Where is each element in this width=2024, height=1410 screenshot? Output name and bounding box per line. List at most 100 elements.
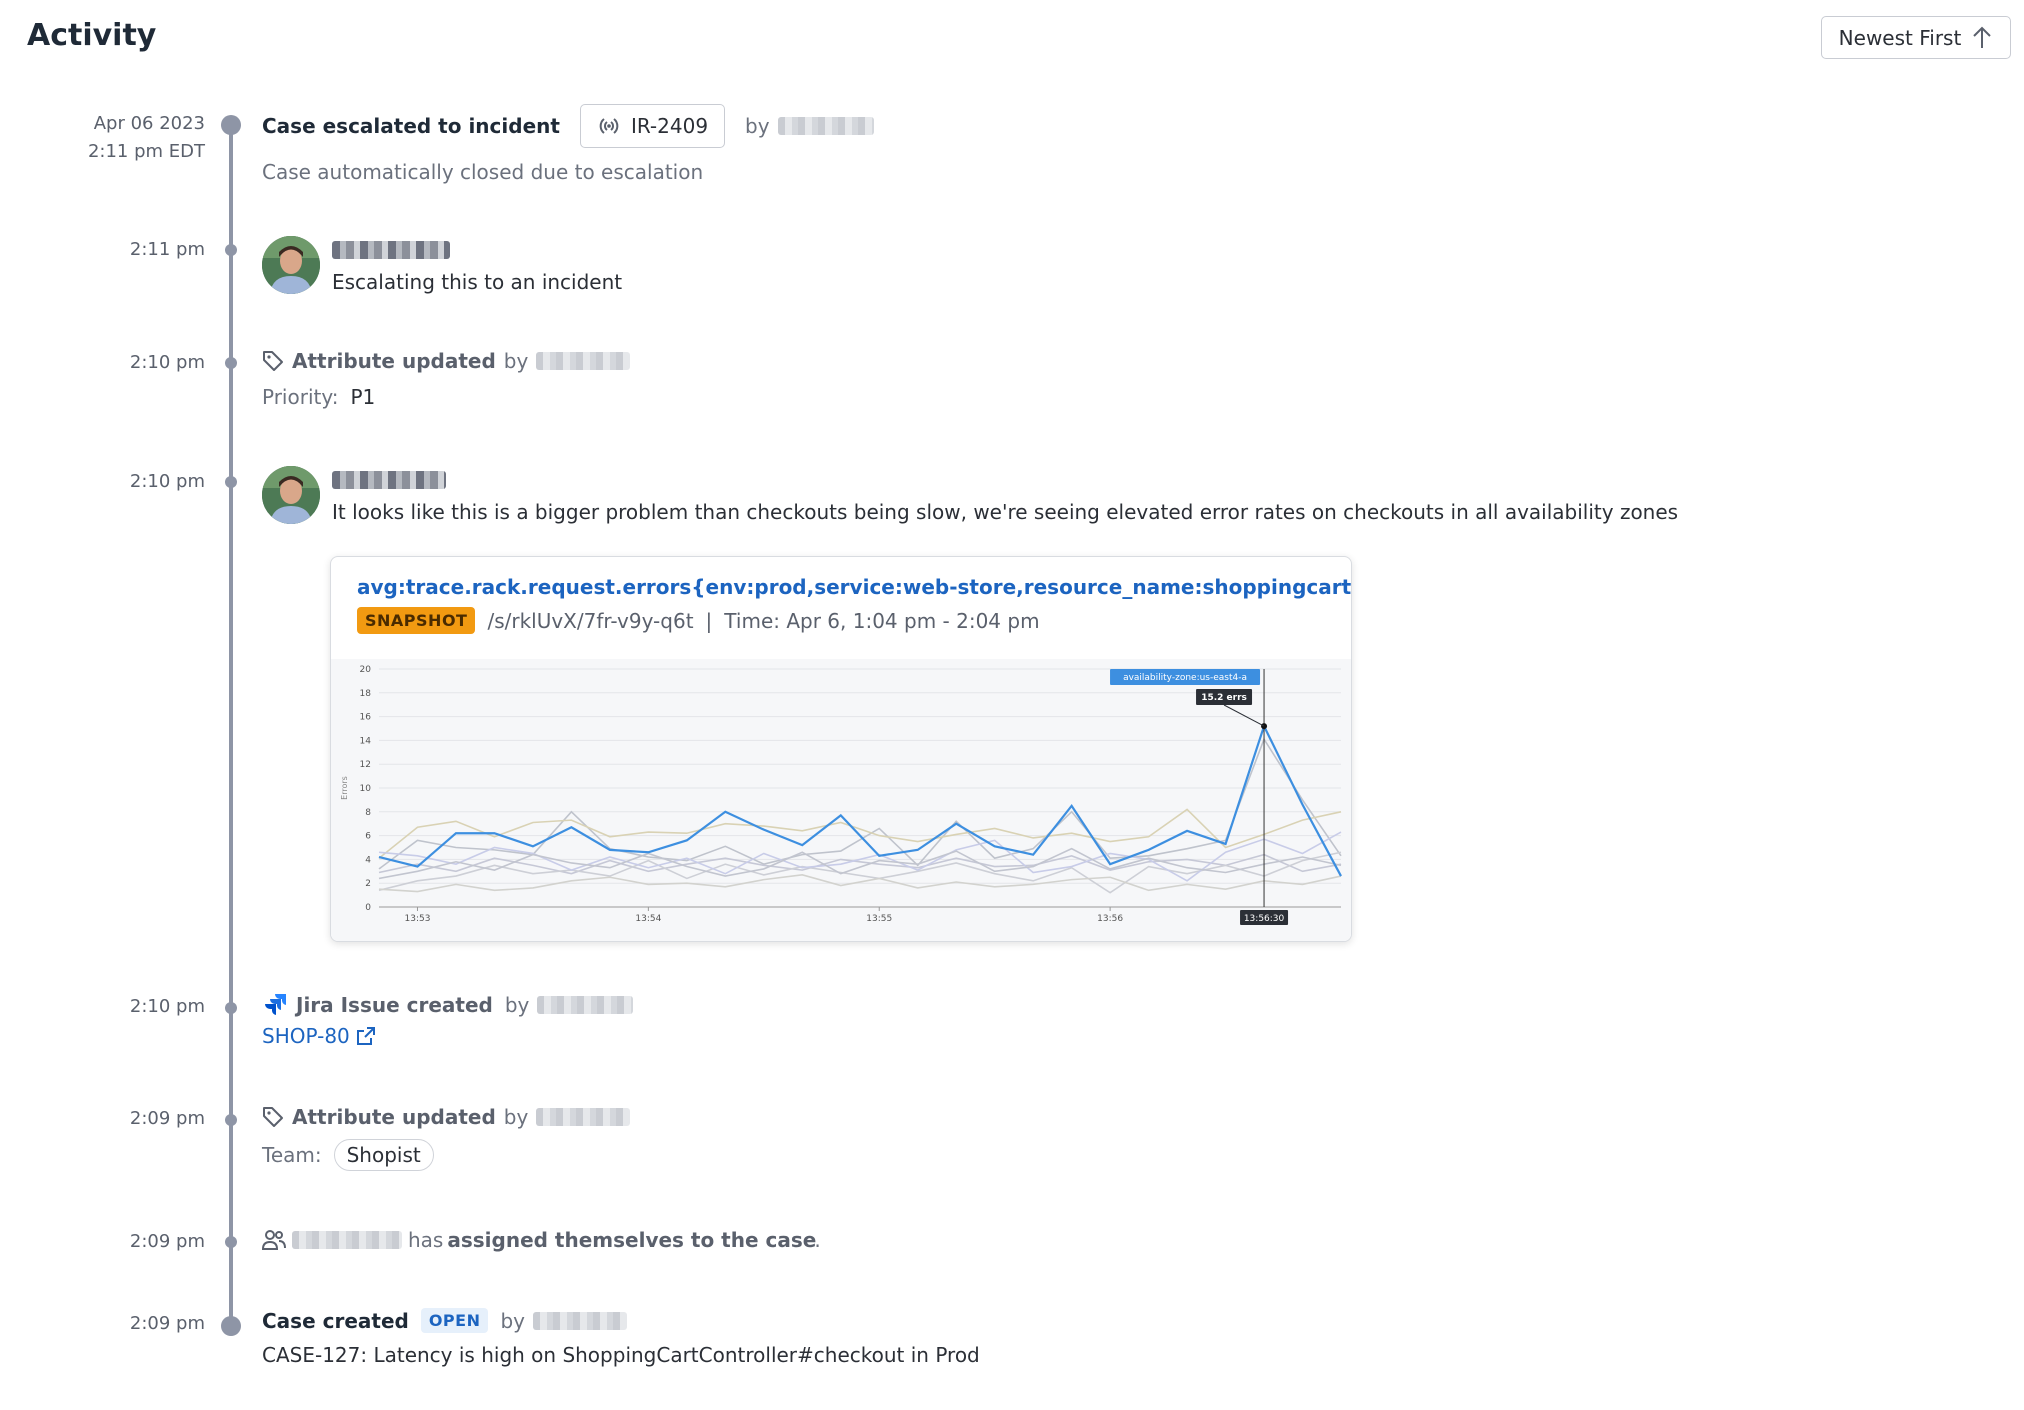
event-time: 2:10 pm	[129, 352, 205, 373]
comment-entry: It looks like this is a bigger problem t…	[332, 470, 1678, 524]
event-time: 2:09 pm	[129, 1108, 205, 1129]
meta-separator: |	[705, 608, 713, 633]
jira-icon	[265, 994, 286, 1015]
x-tick-label: 13:53	[405, 914, 431, 924]
by-label: by	[504, 993, 530, 1017]
timeline-dot	[225, 1114, 237, 1126]
redacted-user	[537, 996, 634, 1014]
tooltip-series-label: availability-zone:us-east4-a	[1123, 673, 1247, 683]
event-assigned: has assigned themselves to the case.	[262, 1228, 821, 1252]
redacted-user	[332, 471, 446, 489]
timeline-line	[229, 124, 233, 1326]
x-tick-label: 13:55	[866, 914, 892, 924]
event-title: Attribute updated	[292, 349, 496, 373]
tag-icon	[263, 1107, 283, 1127]
timeline-dot	[225, 1236, 237, 1248]
x-tick-label: 13:56	[1097, 914, 1123, 924]
by-label: by	[503, 1105, 529, 1129]
attribute-label: Priority:	[262, 385, 339, 409]
x-tick-label: 13:54	[635, 914, 661, 924]
event-title: Case escalated to incident	[262, 114, 560, 138]
event-title: Attribute updated	[292, 1105, 496, 1129]
y-tick-label: 20	[360, 665, 372, 675]
page-title: Activity	[27, 18, 157, 53]
jira-issue-link[interactable]: SHOP-80	[262, 1024, 350, 1048]
redacted-user	[533, 1311, 628, 1330]
incident-icon	[599, 118, 619, 134]
metric-snapshot-card[interactable]: avg:trace.rack.request.errors{env:prod,s…	[330, 556, 1352, 942]
event-case-created: Case created OPEN by CASE-127: Latency i…	[262, 1308, 980, 1367]
cursor-time-label: 13:56:30	[1244, 914, 1285, 924]
event-title: Jira Issue created	[296, 993, 493, 1017]
redacted-user	[777, 117, 874, 135]
assigned-action: assigned themselves to the case	[447, 1228, 817, 1252]
error-rate-chart: 0 2 4 6 8 10 12 14 16 18 20 Errors 13:53 13:54 13:55 13…	[340, 665, 1342, 925]
y-tick-label: 14	[360, 736, 372, 746]
y-tick-label: 18	[360, 689, 372, 699]
redacted-user	[292, 1231, 402, 1249]
y-tick-label: 4	[365, 855, 371, 865]
status-badge: OPEN	[420, 1308, 489, 1333]
tag-icon	[263, 351, 283, 371]
cursor-point	[1261, 723, 1268, 730]
event-time: 2:11 pm	[129, 239, 205, 260]
event-time: 2:09 pm	[129, 1313, 205, 1334]
sort-order-label: Newest First	[1838, 25, 1962, 50]
event-description: Case automatically closed due to escalat…	[262, 160, 704, 184]
tooltip-connector	[1223, 704, 1265, 727]
snapshot-path: /s/rklUvX/7fr-v9y-q6t	[487, 608, 694, 633]
event-attribute-updated: Attribute updated by Team: Shopist	[262, 1105, 631, 1171]
event-description: CASE-127: Latency is high on ShoppingCar…	[262, 1343, 980, 1367]
attribute-label: Team:	[262, 1143, 322, 1167]
redacted-user	[536, 1108, 631, 1126]
avatar	[262, 466, 320, 524]
assigned-prefix: has	[408, 1228, 444, 1252]
snapshot-time-range: Time: Apr 6, 1:04 pm - 2:04 pm	[724, 608, 1040, 633]
users-icon	[262, 1230, 286, 1250]
event-timestamp: Apr 06 2023 2:11 pm EDT	[88, 110, 205, 166]
snapshot-query-link[interactable]: avg:trace.rack.request.errors{env:prod,s…	[357, 575, 1351, 599]
sort-order-button[interactable]: Newest First	[1821, 16, 2011, 59]
event-attribute-updated: Attribute updated by Priority: P1	[262, 349, 631, 409]
y-tick-label: 10	[360, 784, 372, 794]
external-link-icon[interactable]	[356, 1026, 376, 1046]
incident-id: IR-2409	[630, 114, 709, 138]
by-label: by	[503, 349, 529, 373]
timeline-dot	[225, 1002, 237, 1014]
event-title: Case created	[262, 1308, 409, 1333]
team-pill[interactable]: Shopist	[333, 1139, 434, 1171]
assigned-suffix: .	[814, 1228, 821, 1252]
redacted-user	[536, 352, 631, 370]
y-tick-label: 16	[360, 713, 372, 723]
y-axis-label: Errors	[340, 776, 349, 800]
event-time: 2:10 pm	[129, 996, 205, 1017]
timeline-dot	[221, 1316, 241, 1336]
chart-area: 0 2 4 6 8 10 12 14 16 18 20 Errors 13:53 13:54 13:55 13…	[331, 659, 1351, 941]
arrow-up-icon	[1973, 26, 1992, 48]
comment-text: Escalating this to an incident	[332, 270, 623, 294]
comment-text: It looks like this is a bigger problem t…	[332, 500, 1679, 524]
avatar	[262, 236, 320, 294]
comment-entry: Escalating this to an incident	[332, 240, 622, 294]
timeline-dot	[225, 244, 237, 256]
incident-badge[interactable]: IR-2409	[579, 104, 726, 148]
snapshot-badge: SNAPSHOT	[357, 607, 476, 634]
timeline-dot	[221, 115, 241, 135]
y-tick-label: 0	[365, 903, 371, 913]
event-time: 2:11 pm EDT	[87, 141, 205, 162]
timeline-dot	[225, 476, 237, 488]
y-tick-label: 8	[365, 808, 371, 818]
by-label: by	[500, 1308, 526, 1333]
redacted-user	[332, 241, 450, 259]
event-time: 2:10 pm	[129, 471, 205, 492]
event-date: Apr 06 2023	[93, 113, 205, 134]
event-time: 2:09 pm	[129, 1231, 205, 1252]
by-label: by	[745, 114, 770, 138]
y-tick-label: 2	[365, 879, 371, 889]
tooltip-value-label: 15.2 errs	[1201, 693, 1247, 703]
y-tick-label: 6	[365, 832, 371, 842]
event-jira-issue: Jira Issue created by SHOP-80	[262, 992, 634, 1048]
y-tick-label: 12	[360, 760, 371, 770]
event-case-escalated: Case escalated to incident IR-2409 by Ca…	[262, 104, 874, 184]
timeline-dot	[225, 357, 237, 369]
